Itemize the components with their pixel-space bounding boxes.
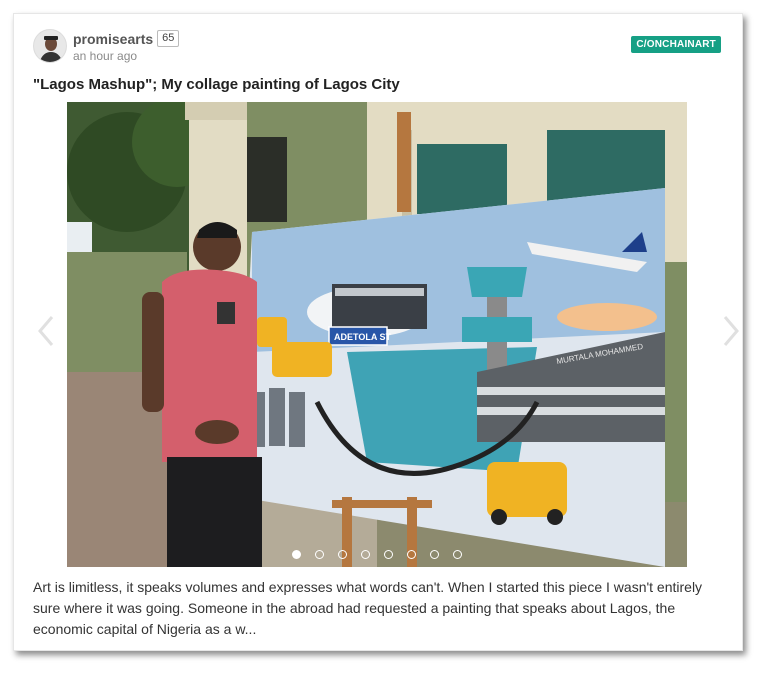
image-carousel[interactable]: ADETOLA ST MURTALA MOHAMMED xyxy=(67,102,687,567)
chevron-right-icon[interactable] xyxy=(721,314,741,348)
post-time: an hour ago xyxy=(73,48,138,63)
post-card[interactable]: promisearts 65 an hour ago C/ONCHAINART … xyxy=(13,13,743,651)
community-badge[interactable]: C/ONCHAINART xyxy=(631,36,721,53)
post-title[interactable]: "Lagos Mashup"; My collage painting of L… xyxy=(33,76,400,93)
post-image[interactable]: ADETOLA ST MURTALA MOHAMMED xyxy=(67,102,687,567)
carousel-dot[interactable] xyxy=(338,550,347,559)
carousel-dot[interactable] xyxy=(315,550,324,559)
carousel-dot[interactable] xyxy=(407,550,416,559)
post-excerpt: Art is limitless, it speaks volumes and … xyxy=(33,579,703,637)
carousel-dot[interactable] xyxy=(453,550,462,559)
painting-sign-text: ADETOLA ST xyxy=(334,332,392,342)
reputation-badge: 65 xyxy=(157,30,180,47)
carousel-dot[interactable] xyxy=(361,550,370,559)
post-header: promisearts 65 an hour ago xyxy=(33,28,180,64)
carousel-dot[interactable] xyxy=(384,550,393,559)
chevron-left-icon[interactable] xyxy=(36,314,56,348)
carousel-dot[interactable] xyxy=(292,550,301,559)
post-meta: promisearts 65 an hour ago xyxy=(73,30,180,63)
carousel-dots xyxy=(67,550,687,559)
carousel-dot[interactable] xyxy=(430,550,439,559)
author-name[interactable]: promisearts xyxy=(73,31,153,47)
avatar[interactable] xyxy=(33,29,67,63)
